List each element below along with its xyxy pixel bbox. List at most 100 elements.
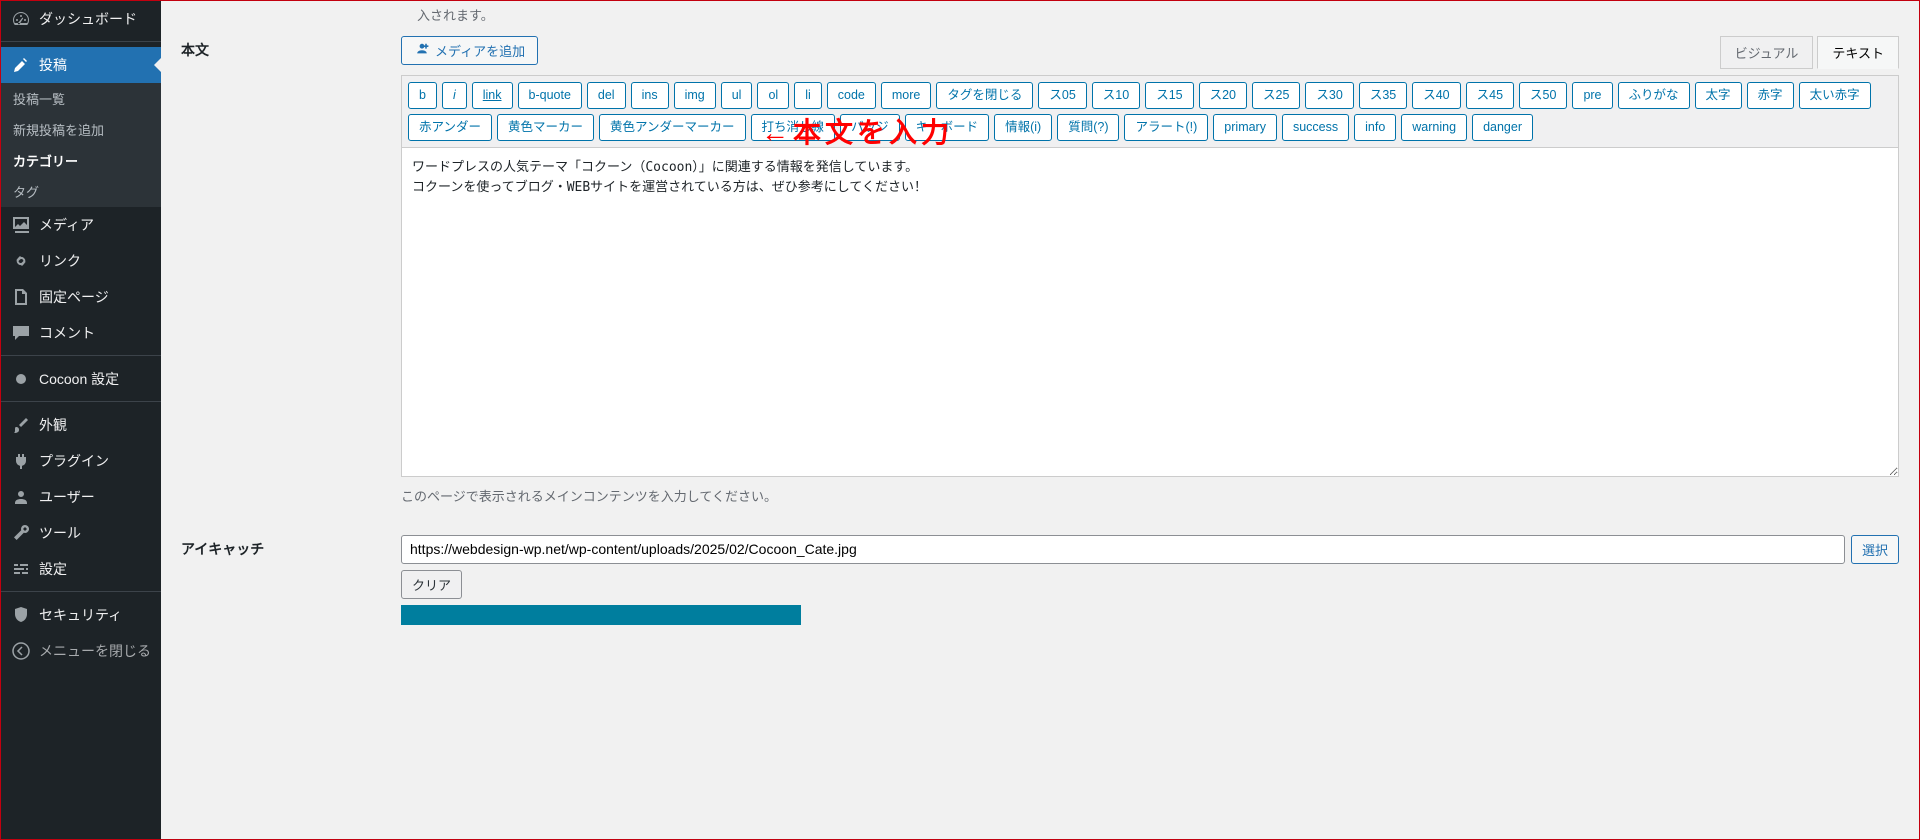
tab-text[interactable]: テキスト	[1817, 36, 1899, 69]
plugin-icon	[11, 451, 31, 471]
qt-40[interactable]: ス40	[1412, 82, 1460, 109]
eyecatch-label: アイキャッチ	[181, 535, 401, 559]
brush-icon	[11, 415, 31, 435]
sidebar-item-collapse[interactable]: メニューを閉じる	[1, 633, 161, 669]
quicktags-toolbar: bilinkb-quotedelinsimgulollicodemoreタグを閉…	[401, 75, 1899, 147]
truncated-text: 入されます。	[181, 1, 1899, 36]
qt-50[interactable]: ス50	[1519, 82, 1567, 109]
qt-[interactable]: アラート(!)	[1124, 114, 1208, 141]
sidebar-item-posts-tag[interactable]: タグ	[1, 176, 161, 207]
qt-li[interactable]: li	[794, 82, 822, 109]
admin-sidebar: ダッシュボード 投稿 投稿一覧 新規投稿を追加 カテゴリー タグ メディア リン…	[1, 1, 161, 839]
qt-[interactable]: タグを閉じる	[936, 82, 1033, 109]
sidebar-item-security[interactable]: セキュリティ	[1, 597, 161, 633]
qt-success[interactable]: success	[1282, 114, 1349, 141]
menu-separator	[1, 37, 161, 42]
body-field-row: 本文 メディアを追加 ビジュアル テキスト bilinkb-quotedelin…	[181, 36, 1899, 505]
wrench-icon	[11, 523, 31, 543]
eyecatch-select-button[interactable]: 選択	[1851, 535, 1899, 564]
sidebar-item-pages[interactable]: 固定ページ	[1, 279, 161, 315]
sidebar-label: メディア	[39, 215, 94, 235]
sidebar-item-posts-new[interactable]: 新規投稿を追加	[1, 114, 161, 145]
qt-35[interactable]: ス35	[1359, 82, 1407, 109]
qt-danger[interactable]: danger	[1472, 114, 1533, 141]
qt-20[interactable]: ス20	[1199, 82, 1247, 109]
qt-[interactable]: 赤字	[1747, 82, 1794, 109]
pin-icon	[11, 55, 31, 75]
sidebar-item-posts[interactable]: 投稿	[1, 47, 161, 83]
sidebar-label: 外観	[39, 415, 67, 435]
eyecatch-clear-button[interactable]: クリア	[401, 570, 462, 599]
tab-visual[interactable]: ビジュアル	[1720, 36, 1814, 69]
qt-30[interactable]: ス30	[1305, 82, 1353, 109]
page-icon	[11, 287, 31, 307]
qt-05[interactable]: ス05	[1038, 82, 1086, 109]
sidebar-label: セキュリティ	[39, 605, 122, 625]
qt-[interactable]: 打ち消し線	[751, 114, 836, 141]
qt-ins[interactable]: ins	[631, 82, 669, 109]
qt-25[interactable]: ス25	[1252, 82, 1300, 109]
media-icon	[11, 215, 31, 235]
qt-[interactable]: バッジ	[840, 114, 900, 141]
sidebar-item-links[interactable]: リンク	[1, 243, 161, 279]
sidebar-label: ユーザー	[39, 487, 95, 507]
menu-separator	[1, 351, 161, 356]
qt-[interactable]: 赤アンダー	[408, 114, 492, 141]
qt-bquote[interactable]: b-quote	[518, 82, 582, 109]
eyecatch-content: 選択 クリア	[401, 535, 1899, 625]
editor-tabs: ビジュアル テキスト	[1720, 36, 1899, 69]
sidebar-item-media[interactable]: メディア	[1, 207, 161, 243]
sidebar-item-comments[interactable]: コメント	[1, 315, 161, 351]
body-label: 本文	[181, 36, 401, 60]
qt-[interactable]: 質問(?)	[1057, 114, 1119, 141]
qt-i[interactable]: 情報(i)	[994, 114, 1052, 141]
sidebar-item-tools[interactable]: ツール	[1, 515, 161, 551]
qt-code[interactable]: code	[827, 82, 876, 109]
qt-warning[interactable]: warning	[1401, 114, 1467, 141]
sidebar-item-cocoon[interactable]: Cocoon 設定	[1, 361, 161, 397]
qt-ol[interactable]: ol	[757, 82, 789, 109]
media-add-icon	[414, 43, 430, 59]
sidebar-item-posts-list[interactable]: 投稿一覧	[1, 83, 161, 114]
sidebar-item-settings[interactable]: 設定	[1, 551, 161, 587]
sidebar-item-dashboard[interactable]: ダッシュボード	[1, 1, 161, 37]
qt-more[interactable]: more	[881, 82, 931, 109]
qt-[interactable]: 太い赤字	[1799, 82, 1871, 109]
qt-primary[interactable]: primary	[1213, 114, 1277, 141]
sidebar-label: ツール	[39, 523, 81, 543]
sidebar-item-posts-category[interactable]: カテゴリー	[1, 145, 161, 176]
qt-info[interactable]: info	[1354, 114, 1396, 141]
add-media-label: メディアを追加	[435, 41, 525, 60]
sidebar-label: ダッシュボード	[39, 9, 137, 29]
qt-[interactable]: 黄色マーカー	[497, 114, 594, 141]
content-textarea[interactable]	[401, 147, 1899, 477]
qt-img[interactable]: img	[674, 82, 716, 109]
sidebar-item-plugins[interactable]: プラグイン	[1, 443, 161, 479]
eyecatch-url-input[interactable]	[401, 535, 1845, 564]
qt-15[interactable]: ス15	[1145, 82, 1193, 109]
qt-[interactable]: 黄色アンダーマーカー	[599, 114, 746, 141]
qt-pre[interactable]: pre	[1572, 82, 1612, 109]
qt-10[interactable]: ス10	[1092, 82, 1140, 109]
eyecatch-preview	[401, 605, 801, 625]
user-icon	[11, 487, 31, 507]
body-description: このページで表示されるメインコンテンツを入力してください。	[401, 486, 1899, 505]
qt-[interactable]: キーボード	[905, 114, 990, 141]
qt-link[interactable]: link	[472, 82, 513, 109]
sidebar-label: リンク	[39, 251, 81, 271]
sidebar-item-users[interactable]: ユーザー	[1, 479, 161, 515]
qt-del[interactable]: del	[587, 82, 626, 109]
qt-[interactable]: 太字	[1695, 82, 1742, 109]
add-media-button[interactable]: メディアを追加	[401, 36, 538, 65]
qt-ul[interactable]: ul	[721, 82, 753, 109]
link-icon	[11, 251, 31, 271]
qt-i[interactable]: i	[442, 82, 467, 109]
circle-icon	[11, 369, 31, 389]
collapse-icon	[11, 641, 31, 661]
qt-[interactable]: ふりがな	[1618, 82, 1690, 109]
sidebar-label: コメント	[39, 323, 95, 343]
sidebar-item-appearance[interactable]: 外観	[1, 407, 161, 443]
qt-b[interactable]: b	[408, 82, 437, 109]
main-content: 入されます。 本文 メディアを追加 ビジュアル テキスト bilinkb-quo…	[161, 1, 1919, 839]
qt-45[interactable]: ス45	[1466, 82, 1514, 109]
